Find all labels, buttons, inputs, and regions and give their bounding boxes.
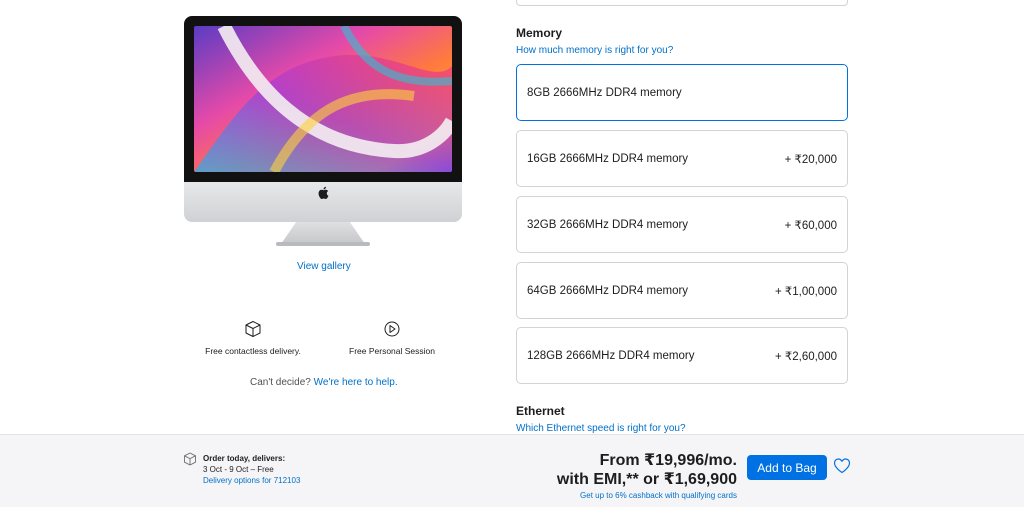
memory-option-128gb[interactable]: 128GB 2666MHz DDR4 memory + ₹2,60,000 bbox=[516, 327, 848, 384]
cashback-link[interactable]: Get up to 6% cashback with qualifying ca… bbox=[557, 491, 737, 500]
delivery-dates: 3 Oct - 9 Oct – Free bbox=[203, 465, 274, 474]
delivery-options-link[interactable]: Delivery options for 712103 bbox=[203, 475, 300, 486]
box-icon bbox=[245, 321, 261, 337]
memory-section-title: Memory bbox=[516, 26, 563, 40]
option-price: + ₹20,000 bbox=[784, 153, 837, 166]
delivery-heading: Order today, delivers: bbox=[203, 454, 286, 463]
purchase-bar: Order today, delivers: 3 Oct - 9 Oct – F… bbox=[0, 434, 1024, 507]
option-label: 128GB 2666MHz DDR4 memory bbox=[527, 349, 695, 362]
option-price: + ₹2,60,000 bbox=[775, 350, 837, 363]
option-label: 16GB 2666MHz DDR4 memory bbox=[527, 152, 689, 165]
option-price: + ₹60,000 bbox=[784, 219, 837, 232]
perk-label: Free contactless delivery. bbox=[205, 346, 301, 356]
heart-icon[interactable] bbox=[833, 457, 851, 475]
option-label: 32GB 2666MHz DDR4 memory bbox=[527, 218, 689, 231]
help-link[interactable]: We're here to help. bbox=[314, 377, 398, 388]
previous-option-card[interactable] bbox=[516, 0, 848, 6]
monthly-price: From ₹19,996/mo. bbox=[599, 452, 737, 469]
perk-free-delivery: Free contactless delivery. bbox=[183, 320, 323, 356]
view-gallery-link[interactable]: View gallery bbox=[297, 261, 351, 272]
memory-option-16gb[interactable]: 16GB 2666MHz DDR4 memory + ₹20,000 bbox=[516, 130, 848, 187]
imac-stand bbox=[281, 222, 365, 244]
memory-option-8gb[interactable]: 8GB 2666MHz DDR4 memory bbox=[516, 64, 848, 121]
help-prefix: Can't decide? bbox=[250, 377, 311, 388]
memory-help-link[interactable]: How much memory is right for you? bbox=[516, 45, 673, 56]
ethernet-section-title: Ethernet bbox=[516, 404, 565, 418]
perk-personal-session: Free Personal Session bbox=[322, 320, 462, 356]
add-to-bag-button[interactable]: Add to Bag bbox=[747, 455, 827, 480]
price-block: From ₹19,996/mo. with EMI,** or ₹1,69,90… bbox=[557, 451, 737, 500]
help-text: Can't decide? We're here to help. bbox=[250, 377, 398, 388]
imac-wallpaper bbox=[194, 22, 459, 175]
total-price: with EMI,** or ₹1,69,900 bbox=[556, 471, 737, 488]
option-price: + ₹1,00,000 bbox=[775, 285, 837, 298]
imac-screen bbox=[184, 16, 462, 182]
option-label: 8GB 2666MHz DDR4 memory bbox=[527, 86, 682, 99]
product-image bbox=[184, 16, 462, 246]
memory-option-64gb[interactable]: 64GB 2666MHz DDR4 memory + ₹1,00,000 bbox=[516, 262, 848, 319]
memory-option-32gb[interactable]: 32GB 2666MHz DDR4 memory + ₹60,000 bbox=[516, 196, 848, 253]
option-label: 64GB 2666MHz DDR4 memory bbox=[527, 284, 689, 297]
box-icon bbox=[184, 452, 196, 466]
perk-label: Free Personal Session bbox=[349, 346, 435, 356]
apple-logo-icon bbox=[318, 186, 329, 200]
imac-foot bbox=[276, 242, 370, 246]
session-icon bbox=[384, 321, 400, 337]
delivery-info: Order today, delivers: 3 Oct - 9 Oct – F… bbox=[203, 453, 300, 486]
ethernet-help-link[interactable]: Which Ethernet speed is right for you? bbox=[516, 423, 686, 434]
